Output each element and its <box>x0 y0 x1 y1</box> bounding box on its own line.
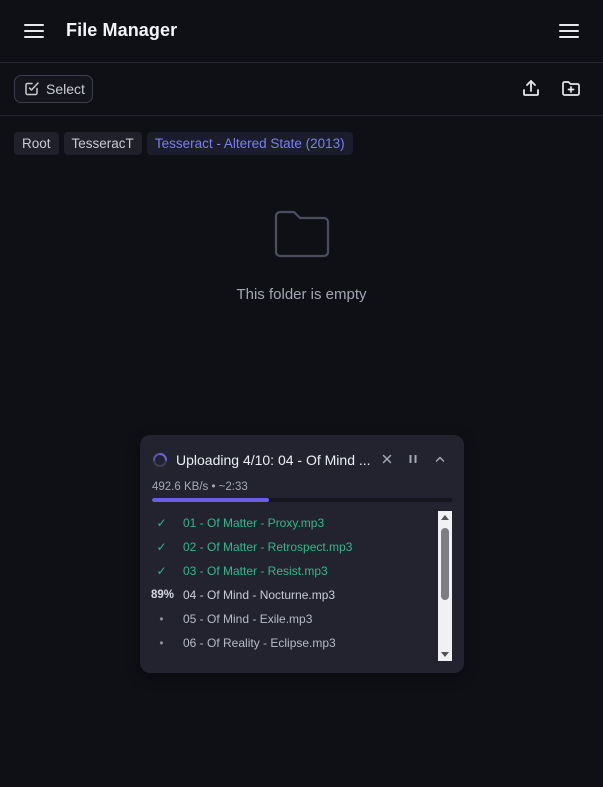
check-icon: ✓ <box>156 564 167 578</box>
breadcrumb-item-artist[interactable]: TesseracT <box>63 132 142 155</box>
close-icon[interactable] <box>380 452 394 466</box>
folder-icon <box>273 208 331 262</box>
list-item: • 05 - Of Mind - Exile.mp3 <box>140 607 436 631</box>
file-name: 06 - Of Reality - Eclipse.mp3 <box>183 636 336 650</box>
file-progress-percent: 89% <box>151 589 175 601</box>
toolbar: Select <box>0 63 603 116</box>
file-manager-app: File Manager Select Root TesseracT Tesse… <box>0 0 603 787</box>
list-item: 89% 04 - Of Mind - Nocturne.mp3 <box>140 583 436 607</box>
file-name: 01 - Of Matter - Proxy.mp3 <box>183 516 325 530</box>
breadcrumb-item-root[interactable]: Root <box>14 132 59 155</box>
scroll-up-icon[interactable] <box>441 515 449 520</box>
upload-speed: 492.6 KB/s • ~2:33 <box>152 481 248 493</box>
file-name: 02 - Of Matter - Retrospect.mp3 <box>183 540 353 554</box>
list-item: ✓ 03 - Of Matter - Resist.mp3 <box>140 559 436 583</box>
app-title: File Manager <box>66 20 178 40</box>
breadcrumb: Root TesseracT Tesseract - Altered State… <box>14 132 353 155</box>
upload-progress-fill <box>152 498 269 502</box>
list-item: ✓ 02 - Of Matter - Retrospect.mp3 <box>140 535 436 559</box>
check-icon: ✓ <box>156 516 167 530</box>
scroll-down-icon[interactable] <box>441 652 449 657</box>
list-item: • 06 - Of Reality - Eclipse.mp3 <box>140 631 436 655</box>
pause-icon[interactable] <box>406 452 420 466</box>
menu-icon[interactable] <box>22 19 46 43</box>
file-name: 03 - Of Matter - Resist.mp3 <box>183 564 328 578</box>
menu-icon[interactable] <box>557 19 581 43</box>
header-bar: File Manager <box>0 0 603 63</box>
check-icon: ✓ <box>156 540 167 554</box>
select-label: Select <box>46 81 85 97</box>
file-name: 04 - Of Mind - Nocturne.mp3 <box>183 588 336 602</box>
bullet-icon: • <box>159 636 164 650</box>
scrollbar[interactable] <box>438 511 452 661</box>
select-button[interactable]: Select <box>14 75 93 103</box>
breadcrumb-item-current[interactable]: Tesseract - Altered State (2013) <box>146 132 353 155</box>
scrollbar-thumb[interactable] <box>441 528 449 600</box>
upload-progress-bar <box>152 498 452 502</box>
upload-file-list: ✓ 01 - Of Matter - Proxy.mp3 ✓ 02 - Of M… <box>140 511 436 661</box>
checkbox-edit-icon <box>24 80 40 99</box>
file-name: 05 - Of Mind - Exile.mp3 <box>183 612 313 626</box>
chevron-up-icon[interactable] <box>433 452 447 466</box>
bullet-icon: • <box>159 612 164 626</box>
spinner-icon <box>152 452 168 468</box>
upload-progress-panel: Uploading 4/10: 04 - Of Mind ... 492.6 K… <box>140 435 464 673</box>
folder-plus-icon[interactable] <box>560 77 582 99</box>
upload-icon[interactable] <box>520 77 542 99</box>
list-item: ✓ 01 - Of Matter - Proxy.mp3 <box>140 511 436 535</box>
upload-title: Uploading 4/10: 04 - Of Mind ... <box>176 452 371 468</box>
empty-folder-message: This folder is empty <box>236 286 367 303</box>
